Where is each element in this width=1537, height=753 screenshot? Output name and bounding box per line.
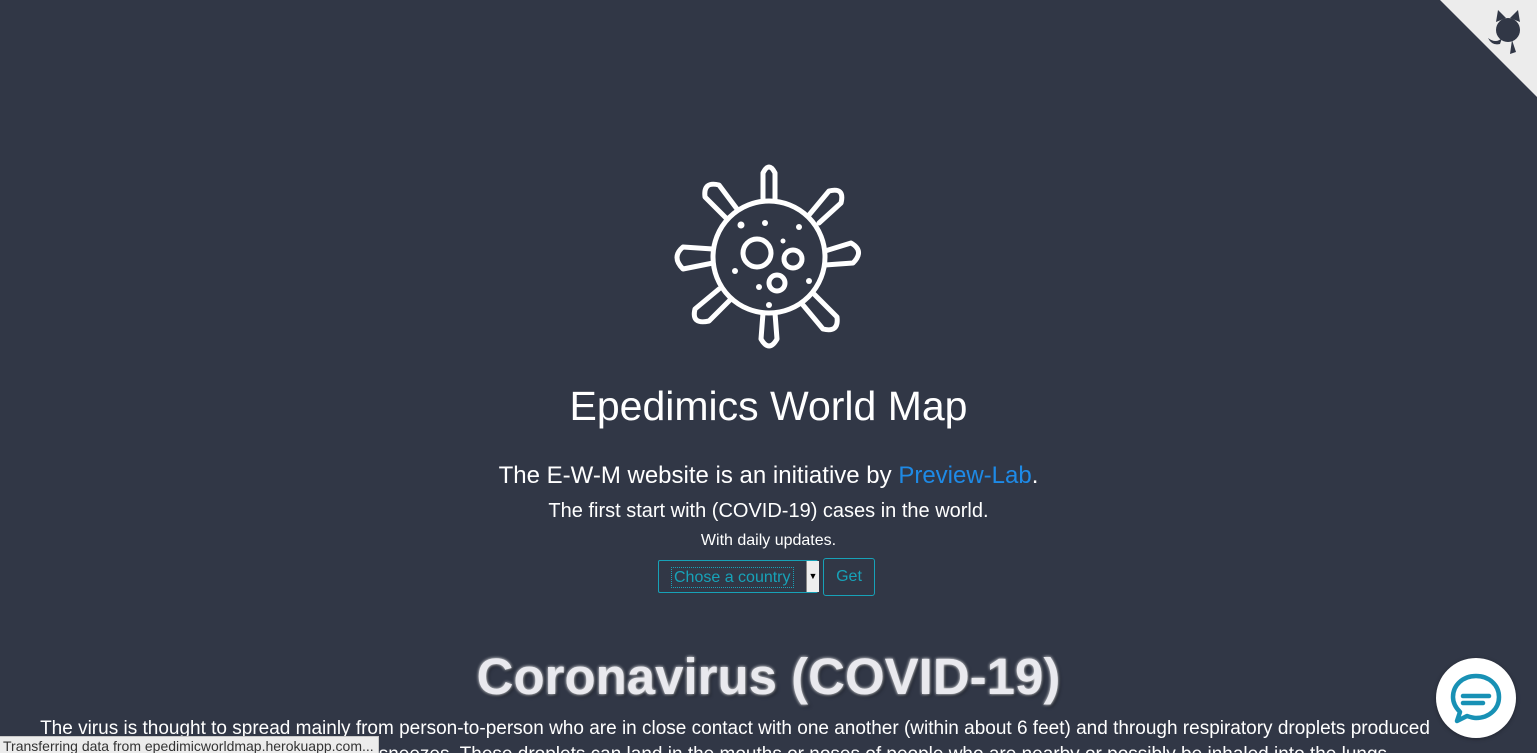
first-start-text: The first start with (COVID-19) cases in… (548, 500, 989, 522)
status-bar: Transferring data from epedimicworldmap.… (0, 736, 379, 753)
intro-suffix: . (1031, 462, 1039, 489)
country-select-value: Chose a country (671, 567, 794, 588)
github-corner-icon[interactable] (1440, 0, 1537, 97)
country-form: Chose a country ▼ Get (658, 558, 875, 596)
intro-line: The E-W-M website is an initiative by Pr… (0, 460, 1537, 492)
country-select[interactable]: Chose a country ▼ (658, 560, 819, 593)
page: Epedimics World Map The E-W-M website is… (0, 0, 1537, 753)
chat-bubble-icon (1450, 673, 1502, 724)
page-title: Epedimics World Map (569, 383, 968, 429)
preview-lab-link[interactable]: Preview-Lab (898, 462, 1031, 489)
dropdown-arrow-icon[interactable]: ▼ (806, 561, 819, 592)
get-button[interactable]: Get (823, 558, 875, 596)
covid-heading: Coronavirus (COVID-19) (476, 648, 1061, 705)
intro-prefix: The E-W-M website is an initiative by (498, 462, 899, 489)
daily-updates-text: With daily updates. (700, 532, 837, 549)
virus-icon (674, 164, 861, 349)
chat-button[interactable] (1436, 658, 1516, 738)
